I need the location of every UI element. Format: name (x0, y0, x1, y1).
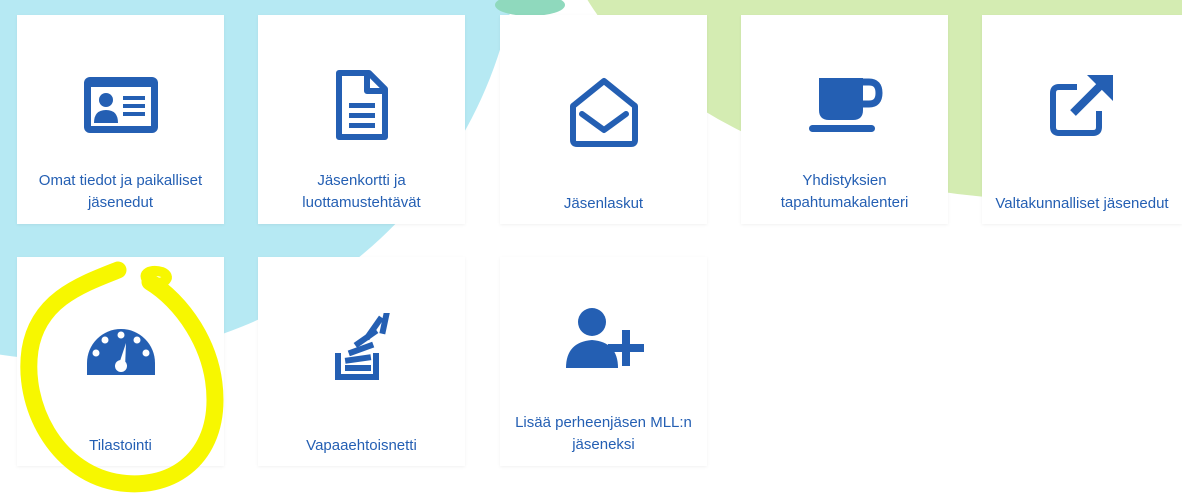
tile-statistics[interactable]: Tilastointi (17, 257, 224, 466)
dashboard-gauge-icon (79, 309, 163, 393)
id-card-icon (79, 63, 163, 147)
envelope-open-icon (562, 70, 646, 154)
external-link-icon (1040, 63, 1124, 147)
tile-label: Jäsenlaskut (563, 195, 644, 212)
tile-member-card[interactable]: Jäsenkortti ja luottamustehtävät (258, 15, 465, 224)
tile-label: Vapaaehtoisnetti (306, 437, 417, 454)
tile-label: Yhdistyksien tapahtumakalenteri (780, 172, 909, 211)
tile-invoices[interactable]: Jäsenlaskut (500, 15, 707, 224)
stack-icon (320, 307, 404, 391)
add-user-icon (562, 297, 646, 381)
tile-events-calendar[interactable]: Yhdistyksien tapahtumakalenteri (741, 15, 948, 224)
tile-own-info[interactable]: Omat tiedot ja paikalliset jäsenedut (17, 15, 224, 224)
tile-label: Valtakunnalliset jäsenedut (995, 195, 1169, 212)
tile-add-family-member[interactable]: Lisää perheenjäsen MLL:n jäseneksi (500, 257, 707, 466)
tile-label: Omat tiedot ja paikalliset jäsenedut (38, 172, 203, 211)
tile-volunteer-net[interactable]: Vapaaehtoisnetti (258, 257, 465, 466)
tile-label: Jäsenkortti ja luottamustehtävät (302, 172, 421, 211)
tile-label: Lisää perheenjäsen MLL:n jäseneksi (515, 414, 692, 453)
coffee-cup-icon (803, 63, 887, 147)
tile-national-benefits[interactable]: Valtakunnalliset jäsenedut (982, 15, 1182, 224)
document-icon (320, 63, 404, 147)
tile-label: Tilastointi (89, 437, 152, 454)
